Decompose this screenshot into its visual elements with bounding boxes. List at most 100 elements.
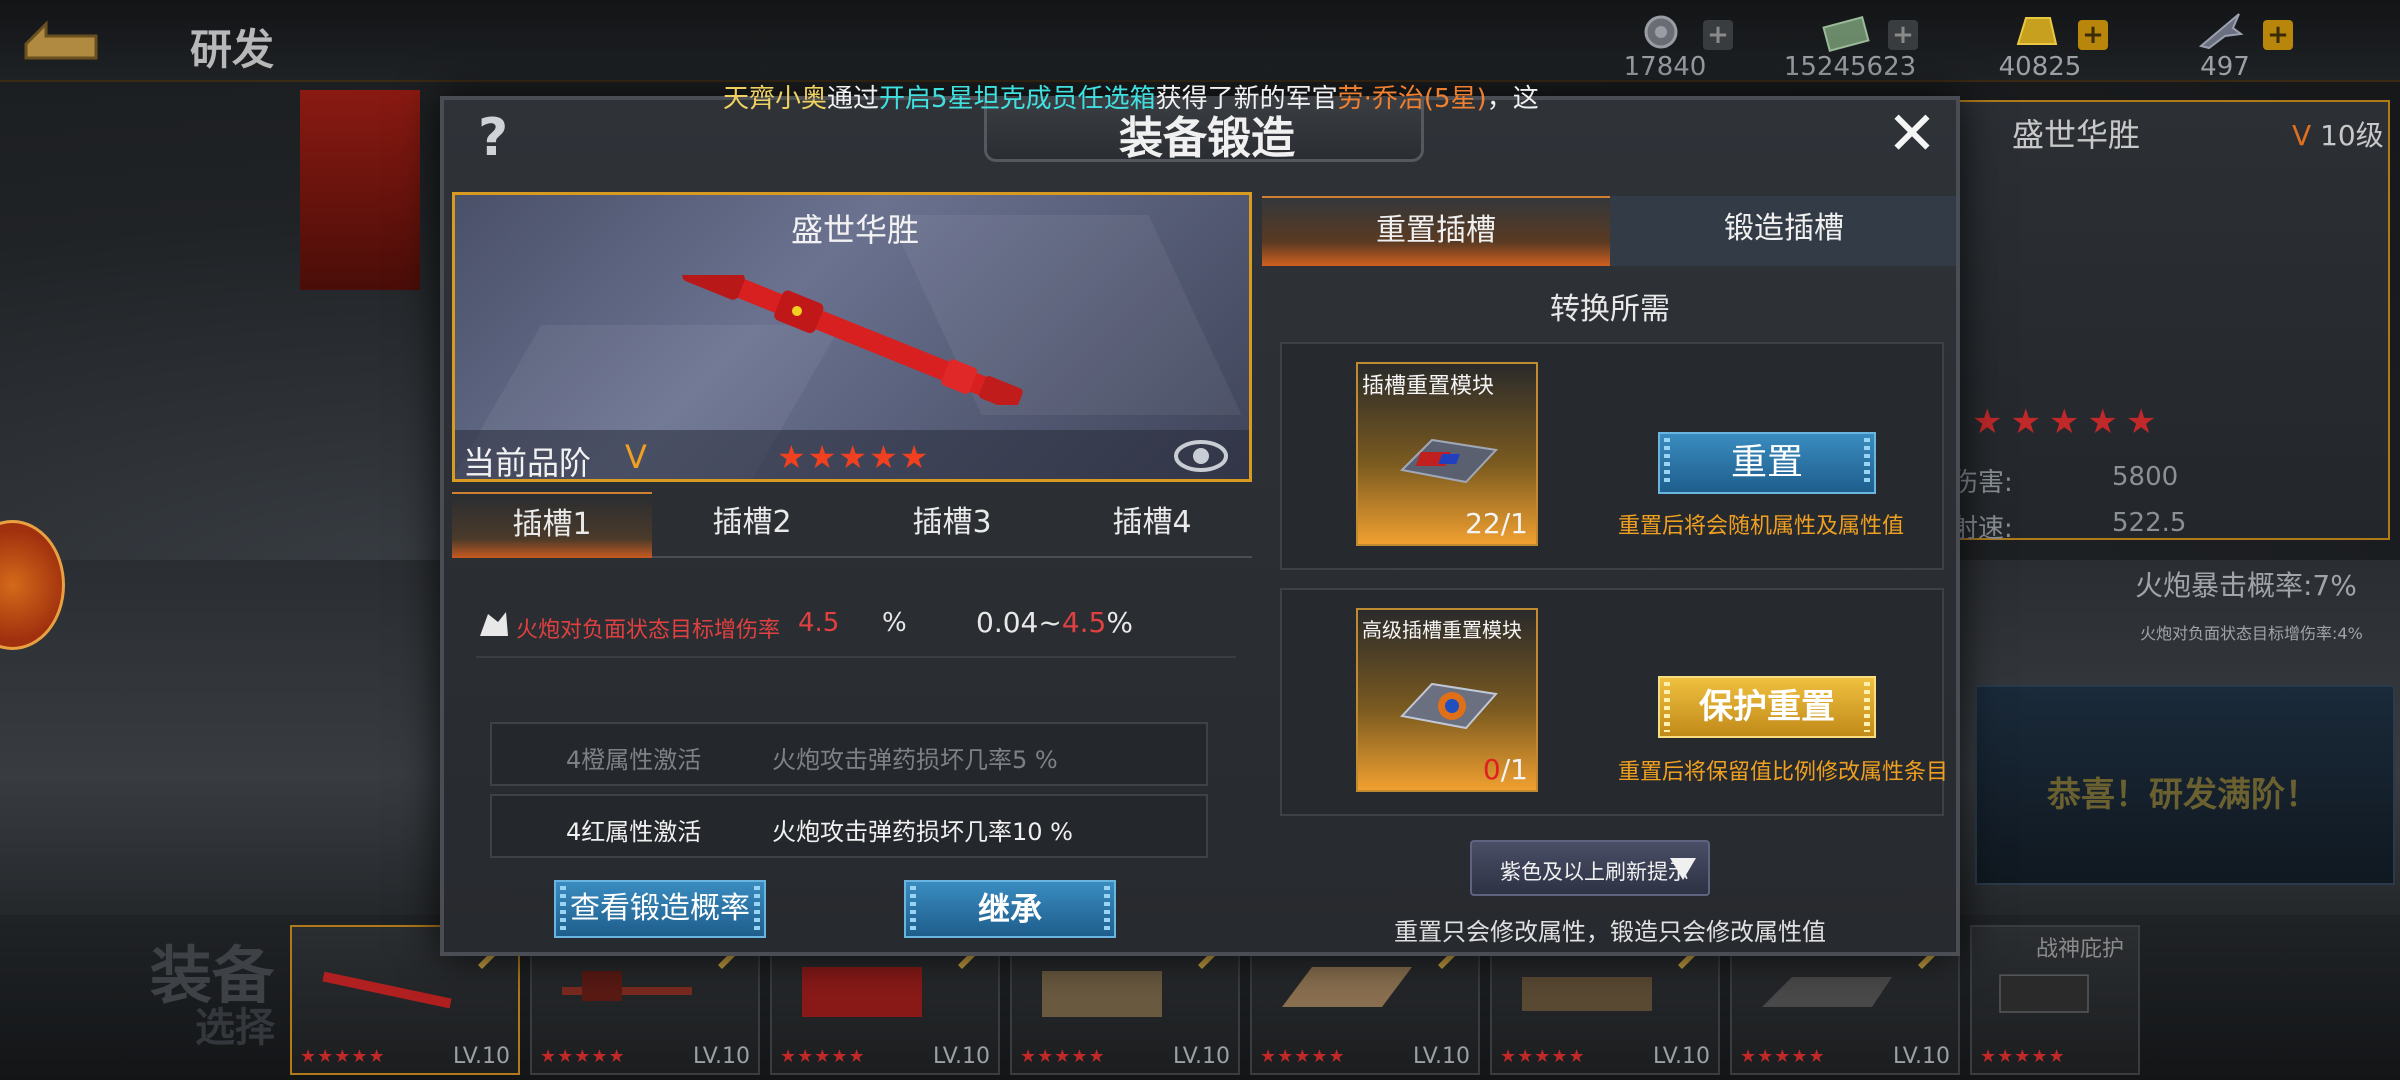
- gold-bar-icon: [2016, 17, 2058, 45]
- slot-tabs: 插槽1 插槽2 插槽3 插槽4: [452, 492, 1252, 558]
- equipment-stars: ★★★★★: [1500, 1046, 1586, 1067]
- attribute-name: 火炮对负面状态目标增伤率: [516, 618, 781, 643]
- tab-slot-1[interactable]: 插槽1: [452, 492, 652, 558]
- footer-note: 重置只会修改属性，锻造只会修改属性值: [1394, 918, 1826, 946]
- panel-stat-value: 5800: [2112, 462, 2179, 492]
- congrats-text: 恭喜！研发满阶！: [2047, 775, 2319, 815]
- equipment-stars: ★★★★★: [780, 1046, 866, 1067]
- reset-module-box: 插槽重置模块 22/1 重置 重置后将会随机属性及属性值: [1280, 342, 1944, 570]
- marquee-middle: 获得了新的军官: [1155, 84, 1338, 114]
- equipment-stars: ★★★★★: [1020, 1046, 1106, 1067]
- marquee-prefix: 天齊: [723, 84, 776, 114]
- module-count: 0/1: [1483, 753, 1528, 786]
- top-bar: 研发 + 17840 + 15245623 + 40825 + 497: [0, 0, 2400, 82]
- equipment-level: LV.10: [1412, 1044, 1470, 1069]
- tab-forge-slot[interactable]: 锻造插槽: [1610, 196, 1958, 266]
- advanced-module-box: 高级插槽重置模块 0/1 保护重置 重置后将保留值比例修改属性条目: [1280, 588, 1948, 816]
- add-cash-button[interactable]: +: [1888, 20, 1918, 50]
- medal-icon: [1644, 15, 1678, 49]
- equipment-level: LV.10: [692, 1044, 750, 1069]
- reset-note: 重置后将会随机属性及属性值: [1618, 514, 1905, 539]
- view-forge-rate-button[interactable]: 查看锻造概率: [554, 880, 766, 938]
- help-icon[interactable]: ?: [478, 108, 532, 168]
- module-name: 高级插槽重置模块: [1362, 618, 1522, 642]
- add-jet-button[interactable]: +: [2263, 20, 2293, 50]
- tab-reset-slot[interactable]: 重置插槽: [1262, 196, 1610, 266]
- equipment-strip-subtitle: 选择: [195, 1005, 275, 1051]
- grade-stars: ★★★★★: [777, 438, 931, 476]
- smoke-launcher-icon: [1042, 971, 1162, 1017]
- equipment-level: LV.10: [1892, 1044, 1950, 1069]
- congrats-banner: 恭喜！研发满阶！: [1975, 685, 2395, 885]
- resource-medal: + 17840: [1575, 8, 1755, 82]
- advanced-chip-module-icon: [1400, 682, 1498, 730]
- gold-count: 40825: [1998, 52, 2082, 82]
- equipment-slot[interactable]: 战神庇护 ★★★★★: [1970, 925, 2140, 1075]
- resource-gold: + 40825: [1950, 8, 2130, 82]
- inherit-button[interactable]: 继承: [904, 880, 1116, 938]
- grade-label: 当前品阶: [463, 444, 592, 482]
- forge-dialog: 装备锻造 ? ✕ 盛世华胜 当前品阶 V ★★★★★ 插槽1 插槽2 插槽3 插…: [440, 96, 1960, 956]
- attribute-unit: %: [882, 608, 907, 638]
- attribute-range-high: 4.5: [1061, 606, 1107, 639]
- cash-count: 15245623: [1783, 52, 1917, 82]
- resource-cash: + 15245623: [1760, 8, 1940, 82]
- attribute-range-unit: %: [1106, 606, 1133, 639]
- tab-slot-4[interactable]: 插槽4: [1052, 492, 1252, 558]
- chevron-down-icon: [1670, 858, 1696, 880]
- module-count: 22/1: [1465, 507, 1528, 540]
- item-preview-card: 盛世华胜 当前品阶 V ★★★★★: [452, 192, 1252, 482]
- tab-slot-3[interactable]: 插槽3: [852, 492, 1052, 558]
- cash-stack-icon: [1822, 16, 1870, 52]
- equipment-level: LV.10: [1652, 1044, 1710, 1069]
- module-count-need: /1: [1500, 507, 1528, 540]
- panel-stat-label: 射速:: [1952, 514, 2013, 544]
- eye-icon[interactable]: [1173, 436, 1229, 476]
- grille-icon: [1999, 974, 2089, 1013]
- machine-gun-icon: [562, 971, 692, 1001]
- refresh-alert-dropdown[interactable]: 紫色及以上刷新提示: [1470, 840, 1710, 896]
- marquee-tail: ，这: [1486, 84, 1539, 114]
- add-medal-button[interactable]: +: [1703, 20, 1733, 50]
- set-bonus-row: 4红属性激活 火炮攻击弹药损坏几率10 %: [490, 794, 1208, 858]
- item-footer: 当前品阶 V ★★★★★: [455, 430, 1249, 482]
- jet-count: 497: [2200, 52, 2250, 82]
- marquee-source: 开启5星坦克成员任选箱: [879, 84, 1156, 114]
- equipment-stars: ★★★★★: [540, 1046, 626, 1067]
- panel-stat-label: 伤害:: [1952, 468, 2013, 498]
- marquee-player: 小奥: [775, 84, 828, 114]
- panel-stat-value: 522.5: [2112, 508, 2187, 538]
- close-icon[interactable]: ✕: [1884, 104, 1940, 164]
- cannon-barrel-icon: [682, 275, 1023, 405]
- protect-reset-button[interactable]: 保护重置: [1658, 676, 1876, 738]
- reset-button[interactable]: 重置: [1658, 432, 1876, 494]
- divider: [476, 656, 1236, 658]
- equipment-level: LV.10: [932, 1044, 990, 1069]
- back-arrow-icon: [24, 20, 98, 60]
- requirement-title: 转换所需: [1550, 292, 1670, 327]
- chip-module-icon: [1399, 438, 1499, 484]
- item-name: 盛世华胜: [790, 211, 919, 249]
- track-icon: [1522, 977, 1652, 1011]
- medal-count: 17840: [1623, 52, 1707, 82]
- armor-plate-icon: [1282, 967, 1412, 1007]
- tread-icon: [1762, 977, 1892, 1007]
- module-name: 插槽重置模块: [1362, 374, 1495, 399]
- back-button[interactable]: [16, 14, 106, 66]
- panel-stars: ★★★★★: [1972, 402, 2165, 442]
- marquee-officer: 劳·乔治(5星): [1337, 84, 1487, 114]
- fighter-jet-icon: [2198, 13, 2244, 50]
- equipment-stars: ★★★★★: [1260, 1046, 1346, 1067]
- equipment-stars: ★★★★★: [1980, 1046, 2066, 1067]
- attribute-value: 4.5: [798, 608, 840, 638]
- attribute-range-low: 0.04~: [976, 606, 1062, 639]
- resource-jet: + 497: [2135, 8, 2315, 82]
- module-count-have: 0: [1482, 753, 1501, 786]
- equipment-stars: ★★★★★: [300, 1046, 386, 1067]
- add-gold-button[interactable]: +: [2078, 20, 2108, 50]
- tab-slot-2[interactable]: 插槽2: [652, 492, 852, 558]
- module-card: 插槽重置模块 22/1: [1356, 362, 1538, 546]
- panel-extra-attr: 火炮对负面状态目标增伤率:4%: [2140, 624, 2363, 643]
- equipment-level: LV.10: [452, 1044, 510, 1069]
- module-count-have: 22: [1465, 507, 1501, 540]
